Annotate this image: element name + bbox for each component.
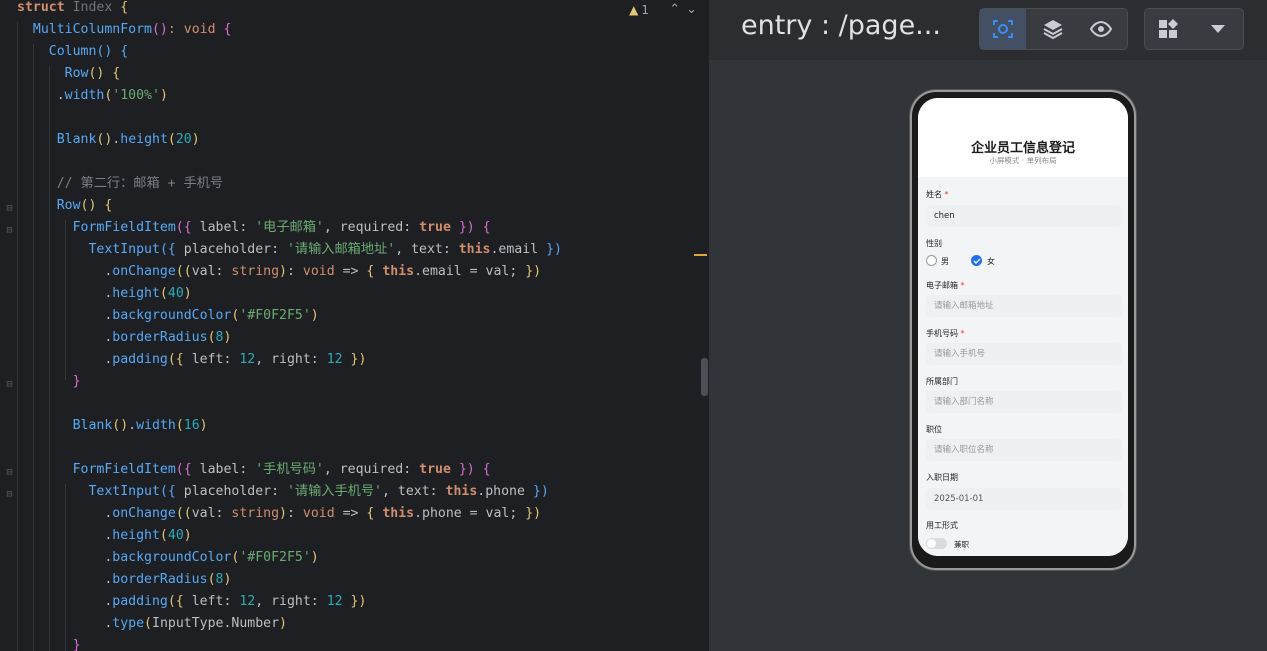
code-line: .backgroundColor('#F0F2F5') <box>17 308 319 323</box>
fold-icon[interactable]: ⊟ <box>5 226 14 236</box>
fold-icon[interactable]: ⊟ <box>5 490 14 500</box>
component-tool-group <box>1144 8 1244 50</box>
code-line: .backgroundColor('#F0F2F5') <box>17 550 319 565</box>
code-line: TextInput({ placeholder: '请输入邮箱地址', text… <box>88 242 562 257</box>
email-label: 电子邮箱 * <box>926 281 965 290</box>
code-line: .padding({ left: 12, right: 12 }) <box>17 352 367 367</box>
fold-icon[interactable]: ⊟ <box>5 468 14 478</box>
code-line: Row() { <box>56 198 113 213</box>
name-field[interactable]: chen <box>926 205 1122 227</box>
code-line: .height(40) <box>17 286 192 301</box>
code-line: .type(InputType.Number) <box>17 616 287 631</box>
phone-label: 手机号码 * <box>926 329 965 338</box>
warning-count: 1 <box>641 3 649 17</box>
name-label: 姓名 * <box>926 190 949 199</box>
code-line: TextInput({ placeholder: '请输入手机号', text:… <box>88 484 549 499</box>
dept-field[interactable]: 请输入部门名称 <box>926 391 1122 413</box>
navigate-arrows[interactable]: ⌃⌄ <box>669 2 703 17</box>
page-title: 企业员工信息登记 <box>970 141 1075 156</box>
code-line: MultiColumnForm(): void { <box>32 22 232 37</box>
code-line: } <box>17 638 81 651</box>
fold-icon[interactable]: ⊟ <box>5 380 14 390</box>
code-line: .borderRadius(8) <box>17 572 232 587</box>
device-frame: 企业员工信息登记 小屏模式 · 单列布局 姓名 * chen 性别 男 女 电子… <box>910 90 1136 570</box>
code-line: // 第二行：邮箱 + 手机号 <box>17 176 224 191</box>
code-line: .height(40) <box>17 528 192 543</box>
previewer-panel: entry : /page... 企业员工信息登记 小屏模式 · 单列布局 姓名… <box>709 0 1267 651</box>
code-line: .onChange((val: string): void => { this.… <box>17 264 542 279</box>
employ-label: 用工形式 <box>926 521 958 530</box>
code-line: struct Index { <box>17 0 129 15</box>
code-line: .padding({ left: 12, right: 12 }) <box>17 594 367 609</box>
email-field[interactable]: 请输入邮箱地址 <box>926 295 1122 317</box>
gender-label: 性别 <box>926 239 942 248</box>
inspect-icon[interactable] <box>980 9 1026 49</box>
code-line: Row() { <box>64 66 121 81</box>
employ-toggle[interactable] <box>926 538 947 549</box>
components-icon[interactable] <box>1145 9 1191 49</box>
position-field[interactable]: 请输入职位名称 <box>926 439 1122 461</box>
code-line: .borderRadius(8) <box>17 330 232 345</box>
scroll-marker <box>694 254 707 256</box>
date-field[interactable]: 2025-01-01 <box>926 488 1122 510</box>
previewer-title: entry : /page... <box>741 10 941 41</box>
code-editor[interactable]: ⊟ ⊟ ⊟ ⊟ ⊟ struct Index { MultiColumnForm… <box>0 0 709 651</box>
code-line: Blank().height(20) <box>56 132 200 147</box>
gender-female-label: 女 <box>987 257 995 266</box>
code-line: .width('100%') <box>17 88 168 103</box>
form-header: 企业员工信息登记 小屏模式 · 单列布局 <box>918 98 1128 177</box>
device-screen: 企业员工信息登记 小屏模式 · 单列布局 姓名 * chen 性别 男 女 电子… <box>918 98 1128 556</box>
code-line: Blank().width(16) <box>72 418 208 433</box>
warning-indicator[interactable]: ▲ 1 <box>629 3 649 17</box>
scrollbar[interactable] <box>701 358 708 396</box>
code-line: FormFieldItem({ label: '手机号码', required:… <box>72 462 491 477</box>
gender-male-label: 男 <box>941 257 949 266</box>
date-label: 入职日期 <box>926 473 958 482</box>
code-line: .onChange((val: string): void => { this.… <box>17 506 542 521</box>
fold-icon[interactable]: ⊟ <box>5 204 14 214</box>
code-line: Column() { <box>48 44 129 59</box>
layers-icon[interactable] <box>1030 9 1076 49</box>
gender-male-radio[interactable] <box>926 255 937 266</box>
eye-icon[interactable] <box>1078 9 1124 49</box>
gender-female-radio[interactable] <box>971 255 982 266</box>
code-line: } <box>17 374 81 389</box>
toggle-knob <box>927 539 936 548</box>
check-icon <box>973 258 980 264</box>
position-label: 职位 <box>926 425 942 434</box>
chevron-down-icon[interactable] <box>1195 9 1241 49</box>
phone-field[interactable]: 请输入手机号 <box>926 343 1122 365</box>
dept-label: 所属部门 <box>926 377 958 386</box>
code-line: FormFieldItem({ label: '电子邮箱', required:… <box>72 220 491 235</box>
view-tool-group <box>979 8 1128 50</box>
employ-toggle-label: 兼职 <box>954 540 969 549</box>
page-subtitle: 小屏模式 · 单列布局 <box>989 156 1057 165</box>
previewer-toolbar: entry : /page... <box>709 0 1267 60</box>
